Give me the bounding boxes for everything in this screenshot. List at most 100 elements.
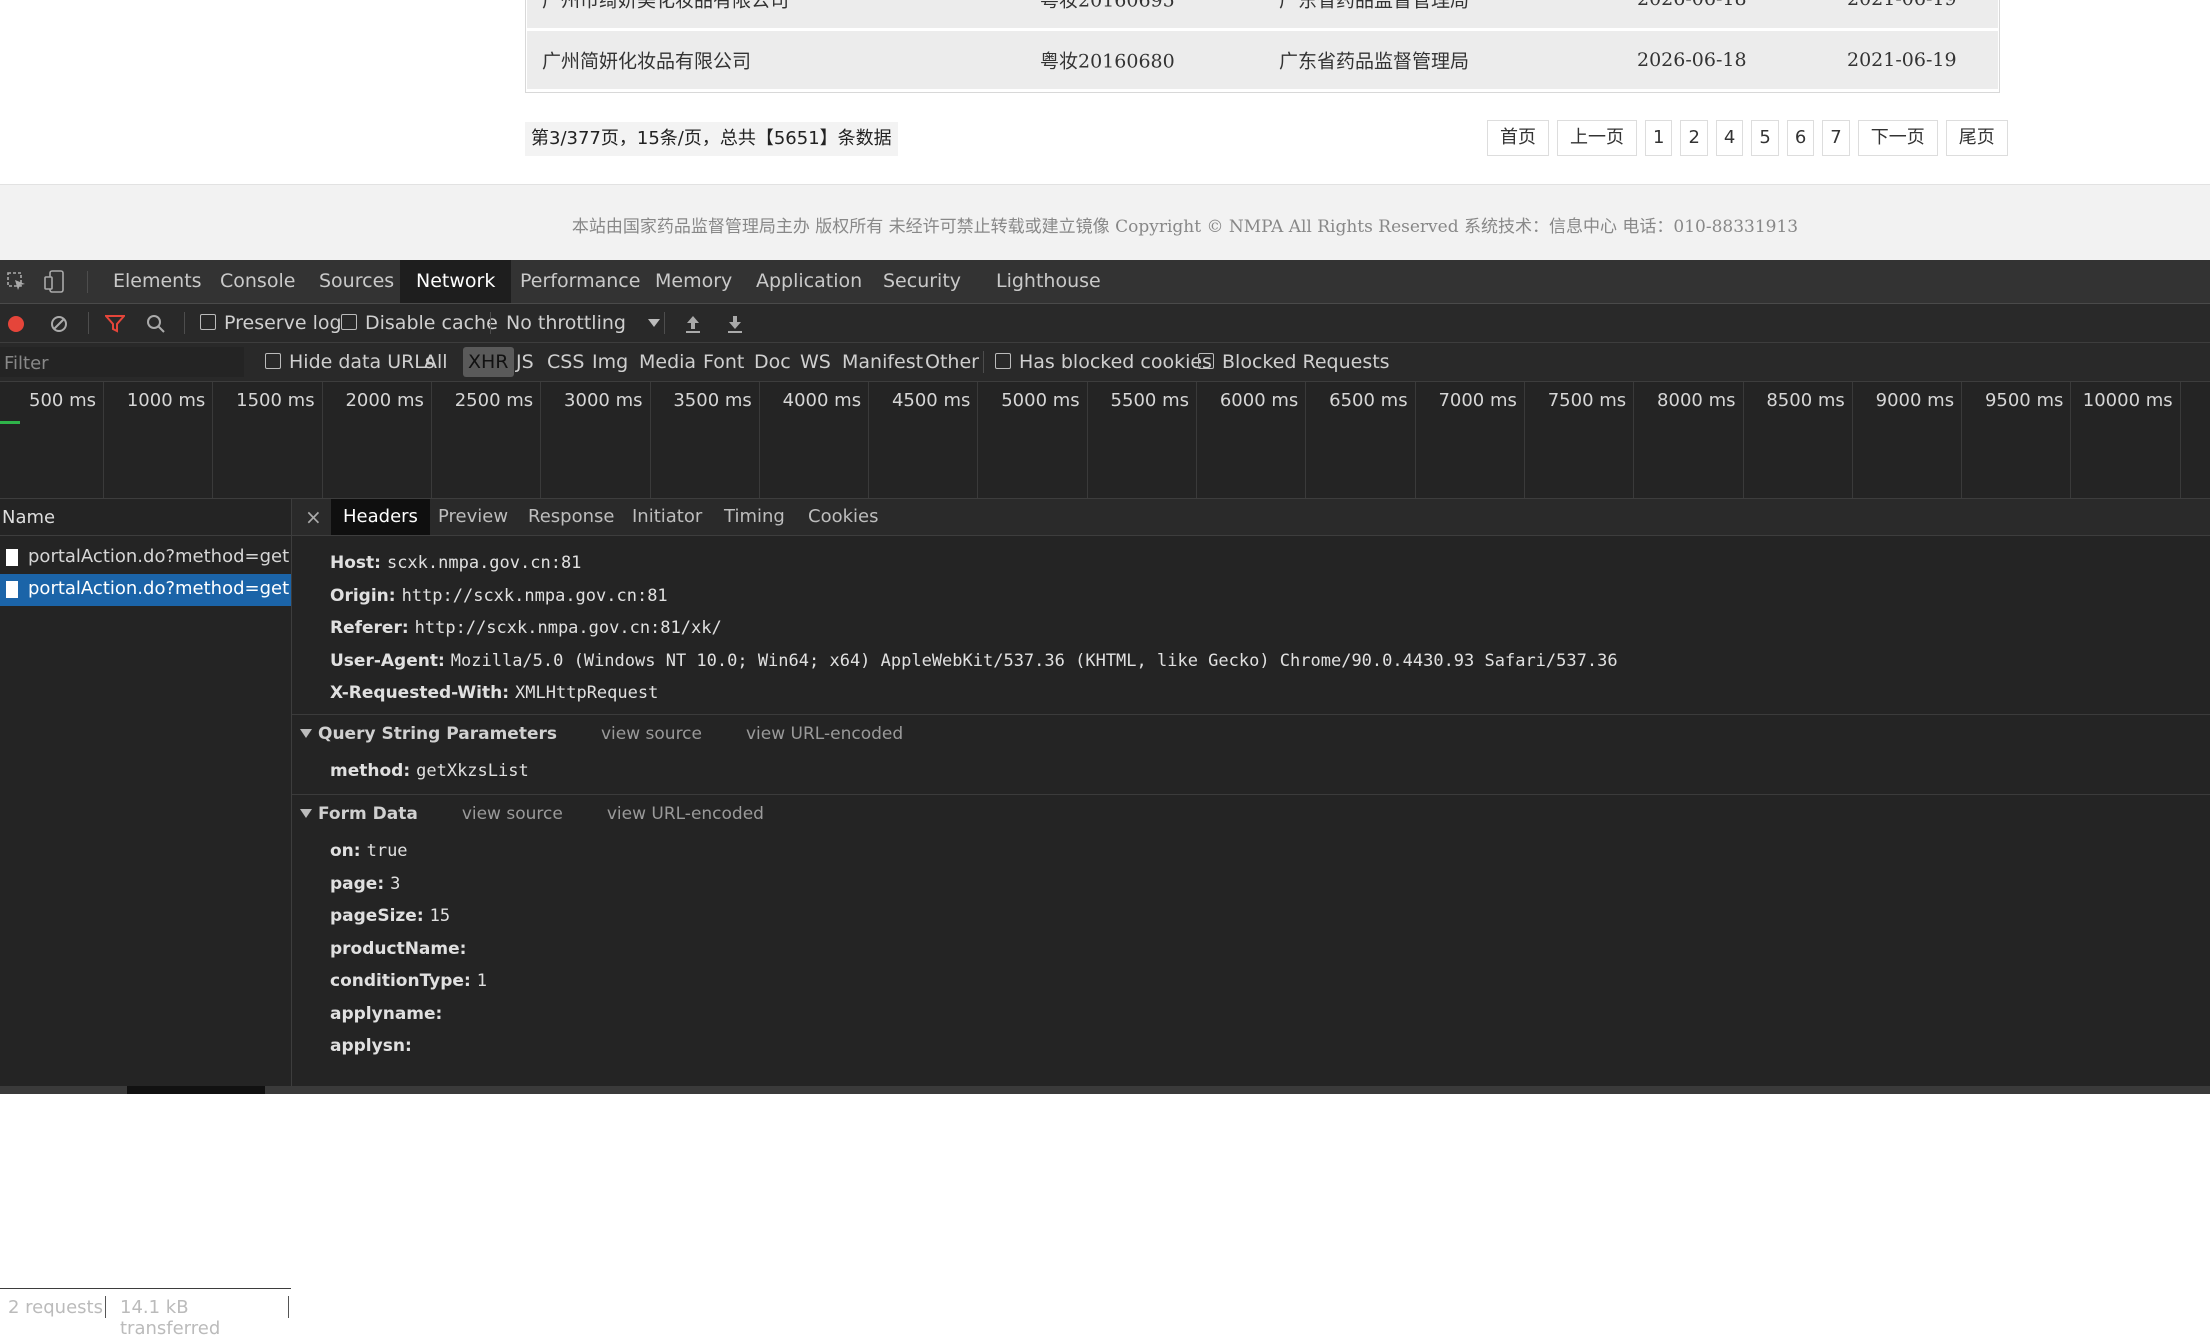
filter-icon[interactable] — [103, 315, 127, 337]
timeline-gridline — [430, 382, 432, 498]
checkbox-box[interactable] — [341, 314, 357, 330]
filter-type-xhr[interactable]: XHR — [463, 347, 514, 377]
tab-memory[interactable]: Memory — [655, 260, 732, 303]
throttling-select[interactable]: No throttling — [506, 312, 660, 334]
filter-type-img[interactable]: Img — [592, 351, 628, 373]
filter-type-js[interactable]: JS — [516, 351, 534, 373]
view-source-link[interactable]: view source — [601, 724, 702, 744]
filter-type-ws[interactable]: WS — [800, 351, 831, 373]
query-string-section-header[interactable]: Query String Parameters view source view U… — [300, 724, 903, 744]
request-row-selected[interactable]: portalAction.do?method=get... — [0, 574, 291, 606]
timeline-gridline — [2070, 382, 2072, 498]
param-value: getXkzsList — [416, 761, 529, 781]
timeline-gridline — [321, 382, 323, 498]
page-1-button[interactable]: 1 — [1645, 120, 1673, 156]
filter-input[interactable]: Filter — [0, 347, 244, 377]
filter-type-css[interactable]: CSS — [547, 351, 584, 373]
checkbox-box[interactable] — [265, 353, 281, 369]
checkbox-box[interactable] — [1198, 353, 1214, 369]
table-row[interactable]: 广州市绮妍美化妆品有限公司 粤妆20160695 广东省药品监督管理局 2026… — [527, 0, 1998, 28]
table-cell-company: 广州简妍化妆品有限公司 — [542, 50, 752, 73]
page-6-button[interactable]: 6 — [1786, 120, 1815, 156]
network-status-bar: 2 requests 14.1 kB transferred — [0, 1288, 291, 1339]
tab-elements[interactable]: Elements — [113, 260, 202, 303]
header-key: Origin: — [330, 586, 396, 606]
search-icon[interactable] — [146, 314, 166, 338]
tab-headers[interactable]: Headers — [331, 499, 430, 535]
tab-application[interactable]: Application — [756, 260, 862, 303]
tab-initiator[interactable]: Initiator — [632, 499, 702, 535]
page-4-button[interactable]: 4 — [1715, 120, 1744, 156]
name-column-header[interactable]: Name — [0, 499, 291, 536]
tab-preview[interactable]: Preview — [438, 499, 508, 535]
prev-page-button[interactable]: 上一页 — [1557, 120, 1637, 156]
timeline-gridline — [977, 382, 979, 498]
blocked-requests-checkbox[interactable]: Blocked Requests — [1198, 351, 1390, 373]
table-cell-license-no: 粤妆20160680 — [1040, 50, 1175, 73]
timeline-label: 2000 ms — [345, 390, 424, 411]
throttling-value: No throttling — [506, 312, 626, 334]
document-icon — [6, 549, 18, 566]
tab-console[interactable]: Console — [220, 260, 295, 303]
form-data-section-header[interactable]: Form Data view source view URL-encoded — [300, 804, 764, 824]
param-key: conditionType: — [330, 971, 471, 991]
details-tab-bar: × Headers Preview Response Initiator Tim… — [292, 499, 2210, 536]
table-row[interactable]: 广州简妍化妆品有限公司 粤妆20160680 广东省药品监督管理局 2026-0… — [527, 31, 1998, 89]
form-param-row: page: 3 — [330, 874, 400, 894]
page-7-button[interactable]: 7 — [1822, 120, 1850, 156]
section-divider — [292, 714, 2210, 715]
device-toolbar-icon[interactable] — [44, 269, 68, 295]
timeline-gridline — [1633, 382, 1635, 498]
param-value: 15 — [429, 906, 451, 926]
view-url-encoded-link[interactable]: view URL-encoded — [607, 804, 764, 824]
timeline-label: 4000 ms — [782, 390, 862, 411]
export-har-icon[interactable] — [726, 314, 744, 338]
tab-network[interactable]: Network — [400, 260, 512, 303]
timeline-label: 6000 ms — [1219, 390, 1299, 411]
filter-type-font[interactable]: Font — [703, 351, 744, 373]
import-har-icon[interactable] — [684, 314, 702, 338]
license-table: 广州市绮妍美化妆品有限公司 粤妆20160695 广东省药品监督管理局 2026… — [525, 0, 2000, 93]
tab-response[interactable]: Response — [528, 499, 614, 535]
disable-cache-checkbox[interactable]: Disable cache — [341, 312, 498, 334]
request-row[interactable]: portalAction.do?method=get... — [0, 542, 291, 574]
hide-data-urls-checkbox[interactable]: Hide data URLs — [265, 351, 435, 373]
param-key: page: — [330, 874, 385, 894]
tab-cookies[interactable]: Cookies — [808, 499, 878, 535]
next-page-button[interactable]: 下一页 — [1857, 120, 1938, 156]
timeline-label: 10000 ms — [2082, 390, 2173, 411]
record-icon[interactable] — [8, 316, 24, 332]
tab-lighthouse[interactable]: Lighthouse — [996, 260, 1101, 303]
last-page-button[interactable]: 尾页 — [1945, 120, 2008, 156]
tab-security[interactable]: Security — [883, 260, 961, 303]
preserve-log-checkbox[interactable]: Preserve log — [200, 312, 342, 334]
view-url-encoded-link[interactable]: view URL-encoded — [746, 724, 903, 744]
timeline-gridline — [868, 382, 870, 498]
drawer-tab[interactable] — [127, 1086, 265, 1094]
filter-type-doc[interactable]: Doc — [754, 351, 791, 373]
tab-timing[interactable]: Timing — [724, 499, 785, 535]
has-blocked-cookies-checkbox[interactable]: Has blocked cookies — [995, 351, 1212, 373]
close-details-icon[interactable]: × — [305, 499, 322, 535]
inspect-element-icon[interactable] — [6, 271, 28, 293]
network-overview-timeline[interactable]: 500 ms 1000 ms 1500 ms 2000 ms 2500 ms 3000 m… — [0, 382, 2210, 499]
filter-type-media[interactable]: Media — [639, 351, 696, 373]
filter-type-manifest[interactable]: Manifest — [842, 351, 923, 373]
filter-type-other[interactable]: Other — [925, 351, 979, 373]
disable-cache-label: Disable cache — [365, 312, 498, 334]
tab-performance[interactable]: Performance — [520, 260, 640, 303]
table-cell-company: 广州市绮妍美化妆品有限公司 — [542, 0, 790, 12]
timeline-gridline — [758, 382, 760, 498]
timeline-gridline — [1961, 382, 1963, 498]
checkbox-box[interactable] — [200, 314, 216, 330]
checkbox-box[interactable] — [995, 353, 1011, 369]
page-5-button[interactable]: 5 — [1751, 120, 1779, 156]
clear-icon[interactable] — [50, 315, 68, 337]
first-page-button[interactable]: 首页 — [1487, 120, 1549, 156]
filter-type-all[interactable]: All — [424, 351, 448, 373]
header-value: scxk.nmpa.gov.cn:81 — [386, 553, 582, 573]
param-key: productName: — [330, 939, 467, 959]
tab-sources[interactable]: Sources — [319, 260, 394, 303]
view-source-link[interactable]: view source — [462, 804, 563, 824]
page-2-button[interactable]: 2 — [1680, 120, 1708, 156]
